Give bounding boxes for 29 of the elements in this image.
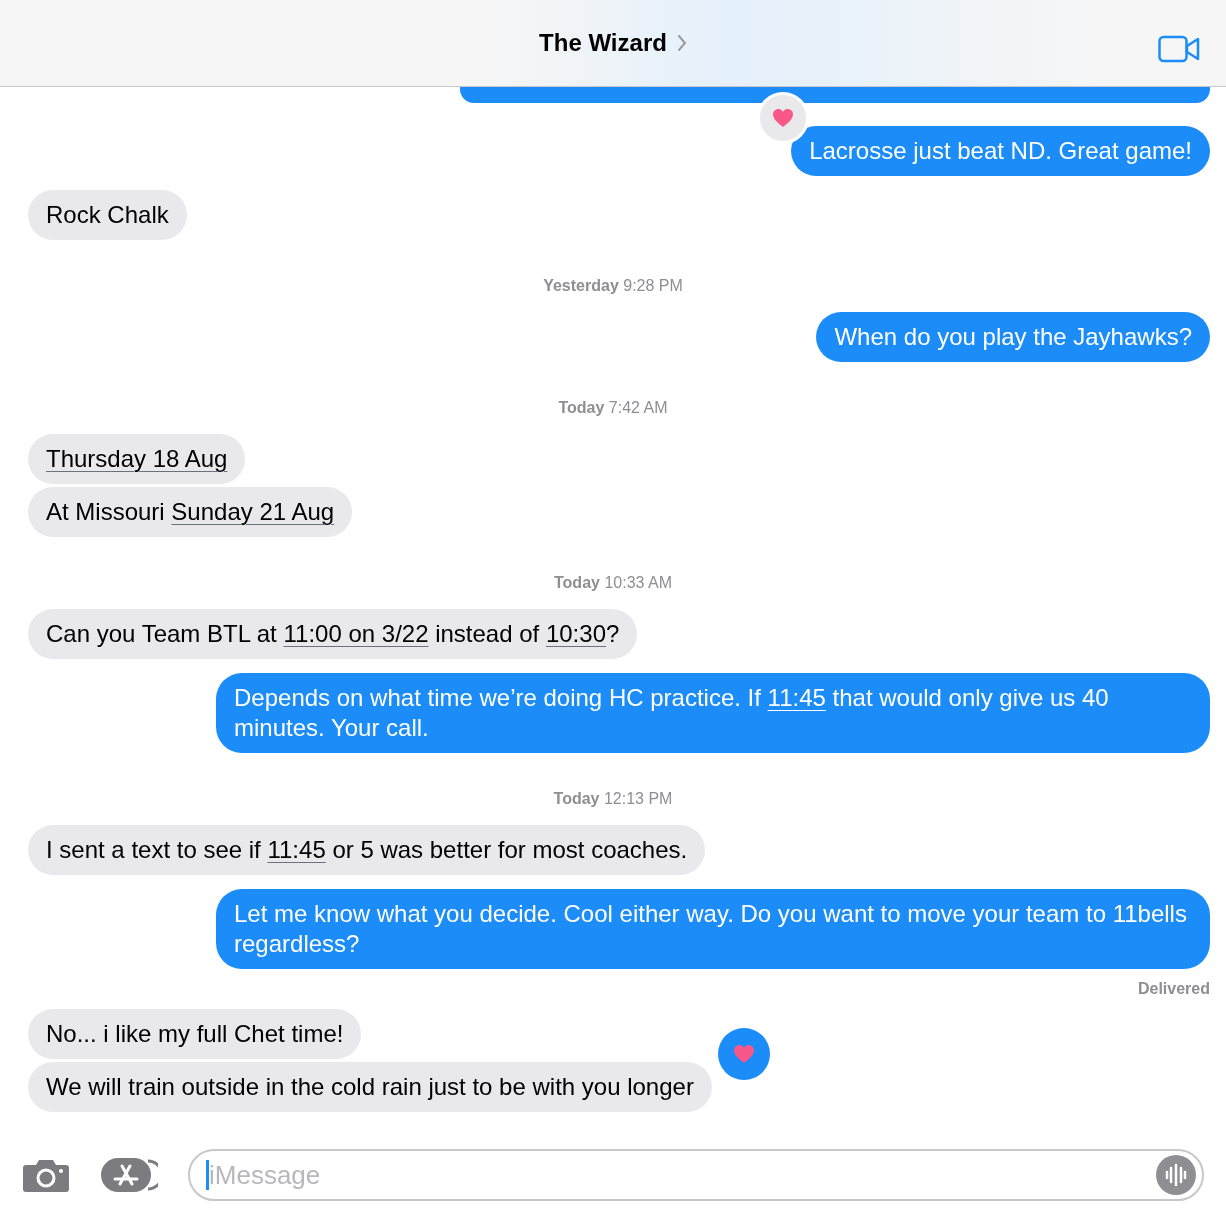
timestamp: Today 12:13 PM [553, 789, 673, 809]
message-bubble[interactable]: We will train outside in the cold rain just to be with you longer [28, 1062, 712, 1112]
contact-name[interactable]: The Wizard [539, 25, 667, 61]
tapback-badge[interactable] [717, 1028, 770, 1080]
app-store-icon[interactable] [100, 1156, 158, 1194]
timestamp: Yesterday 9:28 PM [543, 276, 683, 296]
detected-link[interactable]: 11:45 [267, 836, 326, 863]
video-camera-icon[interactable] [1158, 35, 1200, 63]
message-bubble[interactable]: I sent a text to see if 11:45 or 5 was better for most coaches. [28, 825, 706, 875]
detected-link[interactable]: Sunday 21 Aug [171, 498, 335, 525]
timestamp: Today 7:42 AM [558, 398, 668, 418]
detected-link[interactable]: 11:00 on 3/22 [283, 620, 429, 647]
message-field[interactable]: iMessage [188, 1149, 1204, 1201]
timestamp: Today 10:33 AM [554, 573, 672, 593]
message-bubble[interactable]: Thursday 18 Aug [28, 434, 246, 484]
message-bubble[interactable] [460, 87, 1210, 103]
detected-link[interactable]: Thursday 18 Aug [46, 445, 228, 472]
message-bubble[interactable]: No... i like my full Chet time! [28, 1009, 362, 1059]
delivery-status: Delivered [1137, 979, 1210, 999]
message-bubble[interactable]: At Missouri Sunday 21 Aug [28, 487, 353, 537]
voice-waveform-icon[interactable] [1156, 1155, 1196, 1195]
detected-link[interactable]: 10:30 [545, 620, 606, 647]
chevron-right-icon[interactable] [676, 34, 687, 52]
heart-icon [771, 108, 796, 128]
camera-icon[interactable] [22, 1157, 70, 1193]
message-bubble[interactable]: Can you Team BTL at 11:00 on 3/22 instead of 10:30? [28, 609, 638, 659]
message-input-field[interactable]: iMessage [209, 1155, 1156, 1195]
heart-icon [731, 1044, 756, 1064]
message-bubble[interactable]: Rock Chalk [28, 190, 187, 240]
